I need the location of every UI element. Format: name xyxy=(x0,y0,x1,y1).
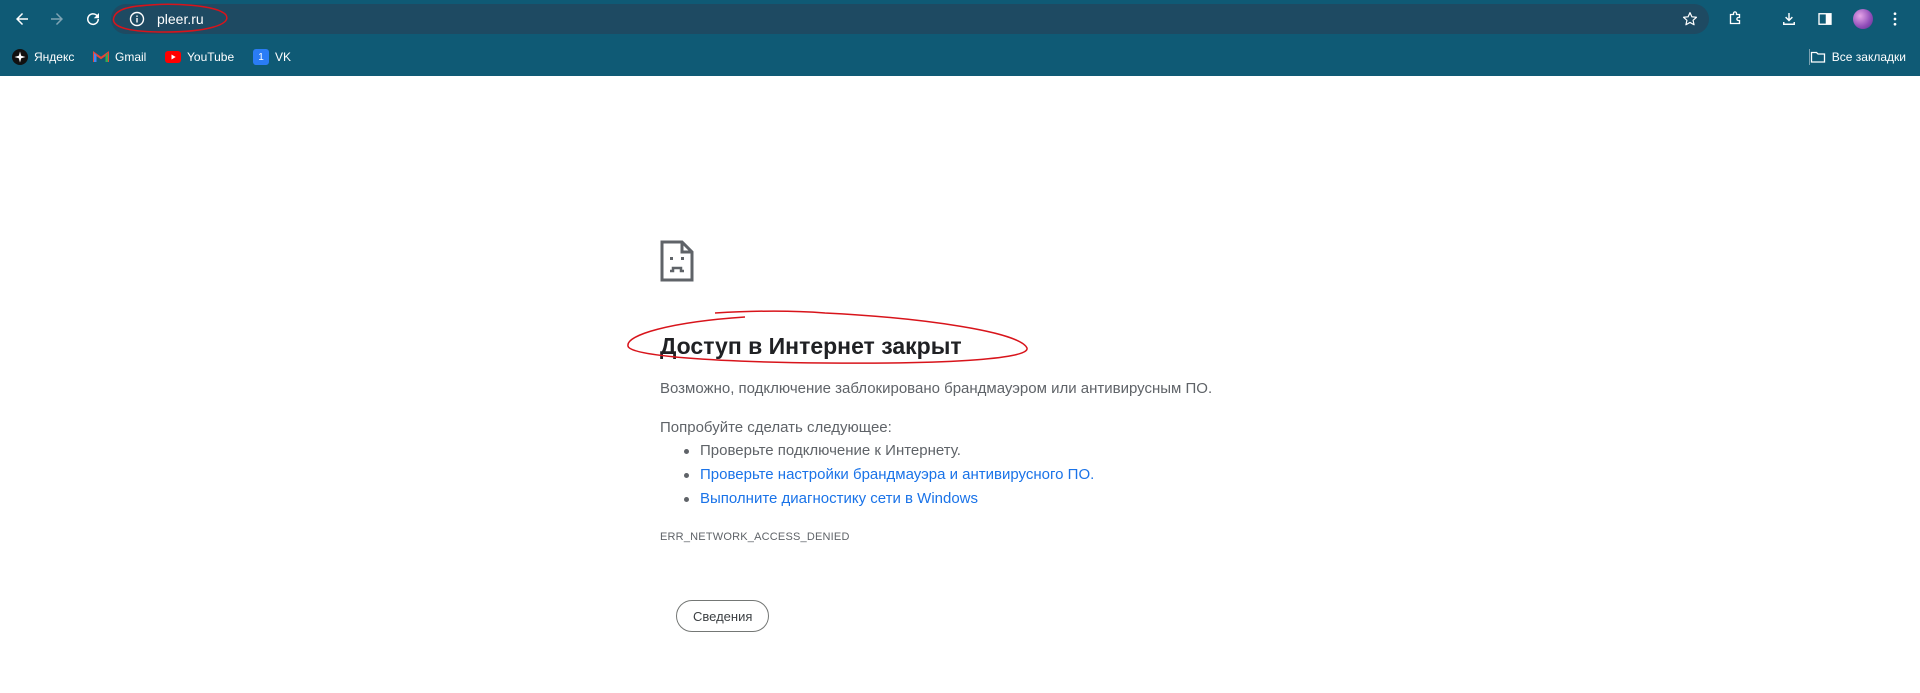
suggestion-diagnostics-link[interactable]: Выполните диагностику сети в Windows xyxy=(660,490,1094,514)
reload-button[interactable] xyxy=(79,5,107,33)
bookmark-label: Gmail xyxy=(115,50,147,64)
error-code: ERR_NETWORK_ACCESS_DENIED xyxy=(660,531,850,543)
all-bookmarks-button[interactable]: Все закладки xyxy=(1810,49,1906,65)
back-button[interactable] xyxy=(8,5,36,33)
bookmark-vk[interactable]: 1 VK xyxy=(253,49,291,65)
vk-icon: 1 xyxy=(253,49,269,65)
reload-icon xyxy=(87,13,100,26)
forward-button[interactable] xyxy=(43,5,71,33)
bookmark-gmail[interactable]: Gmail xyxy=(93,49,146,65)
headline-annotation-ring xyxy=(627,310,1028,364)
more-vertical-icon xyxy=(1893,12,1897,26)
bookmark-label: YouTube xyxy=(187,50,235,64)
bookmarks-bar: Яндекс Gmail YouTube 1 VK Все закладки xyxy=(0,37,1920,76)
url-annotation-ring xyxy=(112,3,228,33)
side-panel-button[interactable] xyxy=(1815,9,1835,29)
address-bar[interactable]: pleer.ru xyxy=(111,4,1709,34)
folder-icon xyxy=(1810,51,1825,63)
downloads-button[interactable] xyxy=(1779,9,1799,29)
puzzle-icon xyxy=(1729,11,1741,25)
suggestion-firewall-link[interactable]: Проверьте настройки брандмауэра и антиви… xyxy=(660,466,1094,490)
details-button[interactable]: Сведения xyxy=(676,600,770,632)
bookmark-label: VK xyxy=(275,50,292,64)
error-description: Возможно, подключение заблокировано бран… xyxy=(660,380,1213,397)
menu-button[interactable] xyxy=(1885,9,1905,29)
gmail-icon xyxy=(93,49,109,65)
youtube-icon xyxy=(165,49,181,65)
suggestion-list: Проверьте подключение к Интернету. Прове… xyxy=(660,442,1094,514)
browser-toolbar: pleer.ru xyxy=(0,0,1920,37)
download-icon xyxy=(1783,13,1795,25)
arrow-right-icon xyxy=(51,13,63,25)
bookmark-yandex[interactable]: Яндекс xyxy=(12,49,74,65)
extensions-button[interactable] xyxy=(1725,9,1745,29)
bookmark-star-icon[interactable] xyxy=(1681,10,1699,28)
yandex-icon xyxy=(12,49,28,65)
bookmark-label: Яндекс xyxy=(34,50,75,64)
sad-document-icon xyxy=(660,240,694,282)
side-panel-icon xyxy=(1818,13,1832,25)
all-bookmarks-label: Все закладки xyxy=(1831,50,1906,64)
arrow-left-icon xyxy=(16,13,28,25)
bookmark-youtube[interactable]: YouTube xyxy=(165,49,234,65)
profile-avatar[interactable] xyxy=(1853,9,1873,29)
vk-badge: 1 xyxy=(258,51,264,63)
try-heading: Попробуйте сделать следующее: xyxy=(660,419,892,436)
suggestion-check-connection: Проверьте подключение к Интернету. xyxy=(660,442,1094,466)
